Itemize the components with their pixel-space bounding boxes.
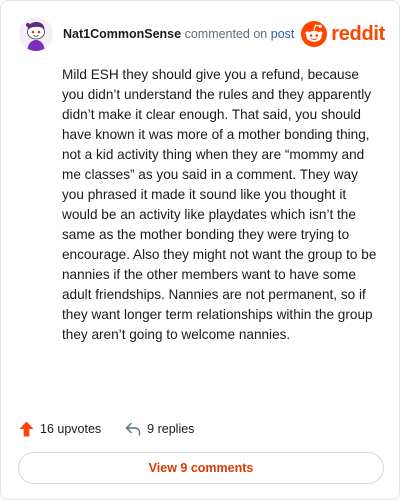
byline-action: commented on bbox=[184, 27, 268, 41]
comment-card: Nat1CommonSense commented on post reddit… bbox=[0, 0, 400, 500]
reddit-logo[interactable]: reddit bbox=[301, 19, 385, 49]
comment-byline: Nat1CommonSense commented on post bbox=[63, 26, 294, 42]
upvotes-count: 16 upvotes bbox=[40, 422, 102, 436]
replies-count: 9 replies bbox=[147, 422, 195, 436]
avatar[interactable] bbox=[19, 17, 53, 51]
upvote-arrow-icon bbox=[19, 421, 34, 437]
reply-arrow-icon bbox=[125, 422, 141, 436]
username[interactable]: Nat1CommonSense bbox=[63, 27, 181, 41]
post-link[interactable]: post bbox=[271, 27, 295, 41]
upvotes-stat[interactable]: 16 upvotes bbox=[19, 421, 101, 437]
reddit-alien-icon bbox=[301, 21, 328, 47]
snoo-avatar-icon bbox=[19, 17, 53, 51]
comment-text: Mild ESH they should give you a refund, … bbox=[62, 67, 377, 342]
reddit-wordmark: reddit bbox=[331, 22, 385, 45]
comment-header: Nat1CommonSense commented on post reddit bbox=[19, 17, 385, 53]
comment-stats: 16 upvotes 9 replies bbox=[19, 419, 194, 439]
view-comments-button[interactable]: View 9 comments bbox=[18, 452, 384, 484]
replies-stat[interactable]: 9 replies bbox=[125, 422, 194, 436]
